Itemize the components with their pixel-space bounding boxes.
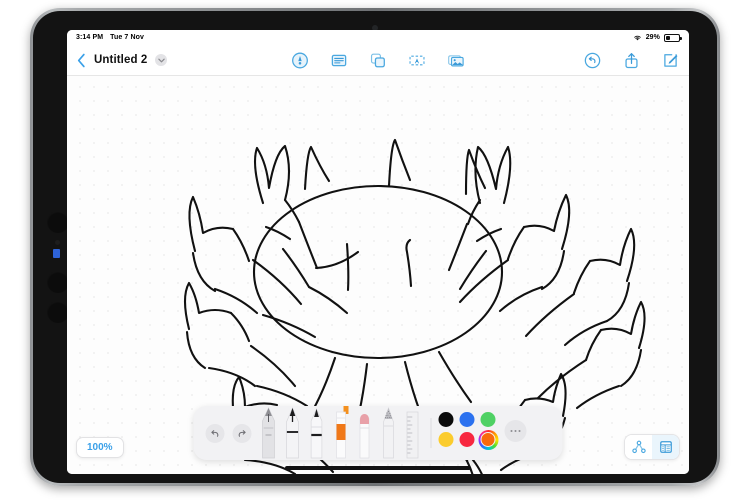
palette-tools-group (260, 406, 422, 460)
bezel-indicator-light (53, 249, 60, 258)
bezel-hardware-pin (55, 240, 60, 245)
page-grid-view-button[interactable] (652, 435, 679, 459)
navbar-right-group (584, 52, 679, 69)
drawing-tool-palette (193, 406, 563, 460)
screenshot-root: 3:14 PM Tue 7 Nov 29% Untitled 2 100% (0, 0, 750, 500)
color-blue[interactable] (459, 412, 475, 427)
color-swatch-grid (438, 412, 498, 460)
pencil-tool[interactable] (380, 406, 398, 460)
status-bar-right: 29% (633, 33, 682, 42)
highlighter-tool[interactable] (332, 406, 350, 460)
palette-divider (430, 418, 432, 448)
color-yellow[interactable] (438, 432, 454, 447)
battery-percent-label: 29% (645, 34, 660, 41)
eraser-tool[interactable] (356, 406, 374, 460)
pen-circle-icon[interactable] (292, 52, 309, 69)
selected-color-fill (480, 432, 496, 447)
zoom-level-badge[interactable]: 100% (76, 437, 124, 458)
page-grid-icon (659, 441, 672, 453)
redo-arrow-icon (238, 430, 246, 437)
more-colors-button[interactable] (504, 420, 527, 442)
share-upload-icon[interactable] (623, 52, 640, 69)
node-graph-icon (631, 440, 646, 454)
marker-pen-tool[interactable] (308, 406, 326, 460)
color-red[interactable] (459, 432, 475, 447)
bezel-hardware-dot (47, 211, 69, 233)
ballpoint-pen-tool[interactable] (284, 406, 302, 460)
ipad-screen: 3:14 PM Tue 7 Nov 29% Untitled 2 100% (67, 30, 689, 474)
view-mode-toggle (624, 434, 680, 460)
bezel-hardware-dot (47, 271, 69, 293)
palette-history-group (202, 424, 260, 460)
document-lines-icon[interactable] (331, 52, 348, 69)
navbar-left-group: Untitled 2 (77, 53, 168, 68)
app-navigation-bar: Untitled 2 (67, 45, 689, 76)
undo-button[interactable] (205, 424, 225, 443)
battery-icon (664, 33, 682, 42)
compose-pencil-icon[interactable] (662, 52, 679, 69)
status-bar-left: 3:14 PM Tue 7 Nov (76, 34, 144, 41)
overlapping-squares-icon[interactable] (370, 52, 387, 69)
home-indicator[interactable] (285, 466, 471, 470)
chevron-down-icon[interactable] (155, 54, 168, 66)
back-chevron-icon[interactable] (77, 53, 86, 68)
ellipsis-icon (510, 429, 513, 433)
status-bar-time: 3:14 PM (76, 34, 104, 41)
status-bar-date: Tue 7 Nov (110, 34, 144, 41)
undo-circle-icon[interactable] (584, 52, 601, 69)
color-orange[interactable] (478, 429, 498, 450)
wifi-icon (633, 35, 641, 41)
drawing-canvas[interactable]: 100% (67, 76, 689, 474)
ellipsis-icon (518, 429, 521, 433)
undo-arrow-icon (211, 430, 219, 437)
document-title[interactable]: Untitled 2 (94, 54, 147, 66)
ipad-bezel: 3:14 PM Tue 7 Nov 29% Untitled 2 100% (33, 11, 717, 483)
outline-view-button[interactable] (625, 435, 652, 459)
redo-button[interactable] (232, 424, 252, 443)
color-green[interactable] (480, 412, 496, 427)
ellipsis-icon (514, 429, 517, 433)
status-bar: 3:14 PM Tue 7 Nov 29% (67, 30, 689, 45)
color-black[interactable] (438, 412, 454, 427)
ipad-device-frame: 3:14 PM Tue 7 Nov 29% Untitled 2 100% (30, 8, 720, 486)
fountain-pen-tool[interactable] (260, 406, 278, 460)
ruler-tool[interactable] (404, 406, 422, 460)
bezel-hardware-dot (47, 301, 69, 323)
text-box-icon[interactable] (409, 52, 426, 69)
navbar-tool-group (292, 52, 465, 69)
photo-icon[interactable] (448, 52, 465, 69)
